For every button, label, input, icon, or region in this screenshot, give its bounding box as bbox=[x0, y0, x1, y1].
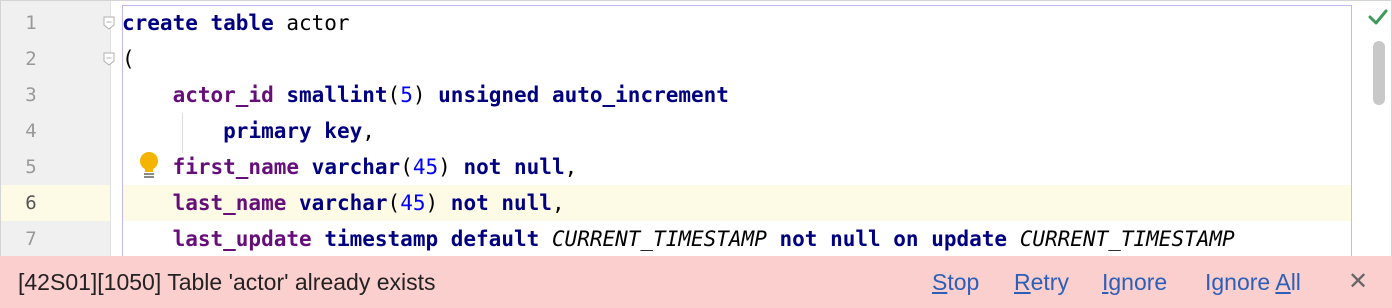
code-line[interactable]: create table actor bbox=[122, 5, 350, 41]
code-token: not null on update bbox=[779, 227, 1008, 251]
code-token: create table bbox=[122, 11, 274, 35]
code-token: varchar bbox=[311, 155, 401, 179]
code-token: ) bbox=[438, 155, 464, 179]
ignore-label: gnore bbox=[1108, 269, 1168, 295]
retry-label: etry bbox=[1030, 269, 1069, 295]
ignore-all-label: ll bbox=[1290, 269, 1301, 295]
lightbulb-icon[interactable] bbox=[138, 151, 160, 181]
close-icon[interactable]: ✕ bbox=[1345, 268, 1371, 296]
code-token: ( bbox=[387, 191, 401, 215]
ignore-all-mnemonic: A bbox=[1275, 269, 1291, 295]
code-token: 45 bbox=[412, 155, 439, 179]
code-line[interactable]: actor_id smallint(5) unsigned auto_incre… bbox=[122, 77, 729, 113]
code-token: timestamp default bbox=[324, 227, 540, 251]
code-token: actor_id bbox=[172, 83, 274, 107]
code-line[interactable]: first_name varchar(45) not null, bbox=[122, 149, 578, 185]
ignore-all-prefix: Ignore bbox=[1205, 269, 1276, 295]
code-token: last_update bbox=[172, 227, 312, 251]
code-token: ( bbox=[387, 83, 401, 107]
fold-marker-icon[interactable] bbox=[103, 16, 115, 30]
code-token: unsigned auto_increment bbox=[438, 83, 729, 107]
code-token: first_name bbox=[172, 155, 300, 179]
line-number: 3 bbox=[25, 84, 37, 106]
code-line[interactable]: primary key, bbox=[122, 113, 375, 149]
code-token: 45 bbox=[400, 191, 426, 215]
checkmark-icon[interactable] bbox=[1367, 7, 1389, 27]
code-token: ) bbox=[425, 191, 451, 215]
code-token: smallint bbox=[286, 83, 388, 107]
code-token: , bbox=[551, 191, 565, 215]
line-number: 5 bbox=[25, 156, 37, 178]
ignore-link[interactable]: Ignore bbox=[1102, 268, 1167, 296]
code-line[interactable]: last_update timestamp default CURRENT_TI… bbox=[122, 221, 1235, 256]
code-token: CURRENT_TIMESTAMP bbox=[1019, 227, 1235, 251]
code-token: CURRENT_TIMESTAMP bbox=[551, 227, 767, 251]
code-line[interactable]: last_name varchar(45) not null, bbox=[122, 185, 565, 221]
line-number: 4 bbox=[25, 120, 37, 142]
code-token: last_name bbox=[172, 191, 287, 215]
sql-editor[interactable]: 1 2 3 4 5 6 7 create table actor ( actor… bbox=[0, 0, 1392, 256]
code-line[interactable]: ( bbox=[122, 41, 135, 77]
code-token: 5 bbox=[400, 83, 413, 107]
retry-link[interactable]: Retry bbox=[1014, 268, 1069, 296]
fold-marker-icon[interactable] bbox=[103, 52, 115, 66]
code-token: ) bbox=[412, 83, 439, 107]
stop-label: top bbox=[947, 269, 980, 295]
error-message: [42S01][1050] Table 'actor' already exis… bbox=[18, 269, 436, 295]
code-token: not null bbox=[463, 155, 565, 179]
code-token: , bbox=[362, 119, 375, 143]
retry-mnemonic: R bbox=[1014, 269, 1031, 295]
code-token: primary key bbox=[223, 119, 363, 143]
stop-mnemonic: S bbox=[932, 269, 948, 295]
line-number: 1 bbox=[25, 12, 37, 34]
line-number-current: 6 bbox=[25, 192, 37, 214]
vertical-scrollbar[interactable] bbox=[1373, 41, 1385, 105]
code-token: , bbox=[564, 155, 578, 179]
code-token: not null bbox=[450, 191, 552, 215]
code-token: ( bbox=[122, 47, 135, 71]
stop-link[interactable]: Stop bbox=[932, 268, 979, 296]
code-token: actor bbox=[273, 11, 350, 35]
error-notification-bar: [42S01][1050] Table 'actor' already exis… bbox=[0, 256, 1392, 308]
line-number: 2 bbox=[25, 48, 37, 70]
code-token: ( bbox=[400, 155, 413, 179]
code-token: varchar bbox=[299, 191, 388, 215]
ignore-all-link[interactable]: Ignore All bbox=[1205, 268, 1301, 296]
line-number: 7 bbox=[25, 228, 37, 250]
